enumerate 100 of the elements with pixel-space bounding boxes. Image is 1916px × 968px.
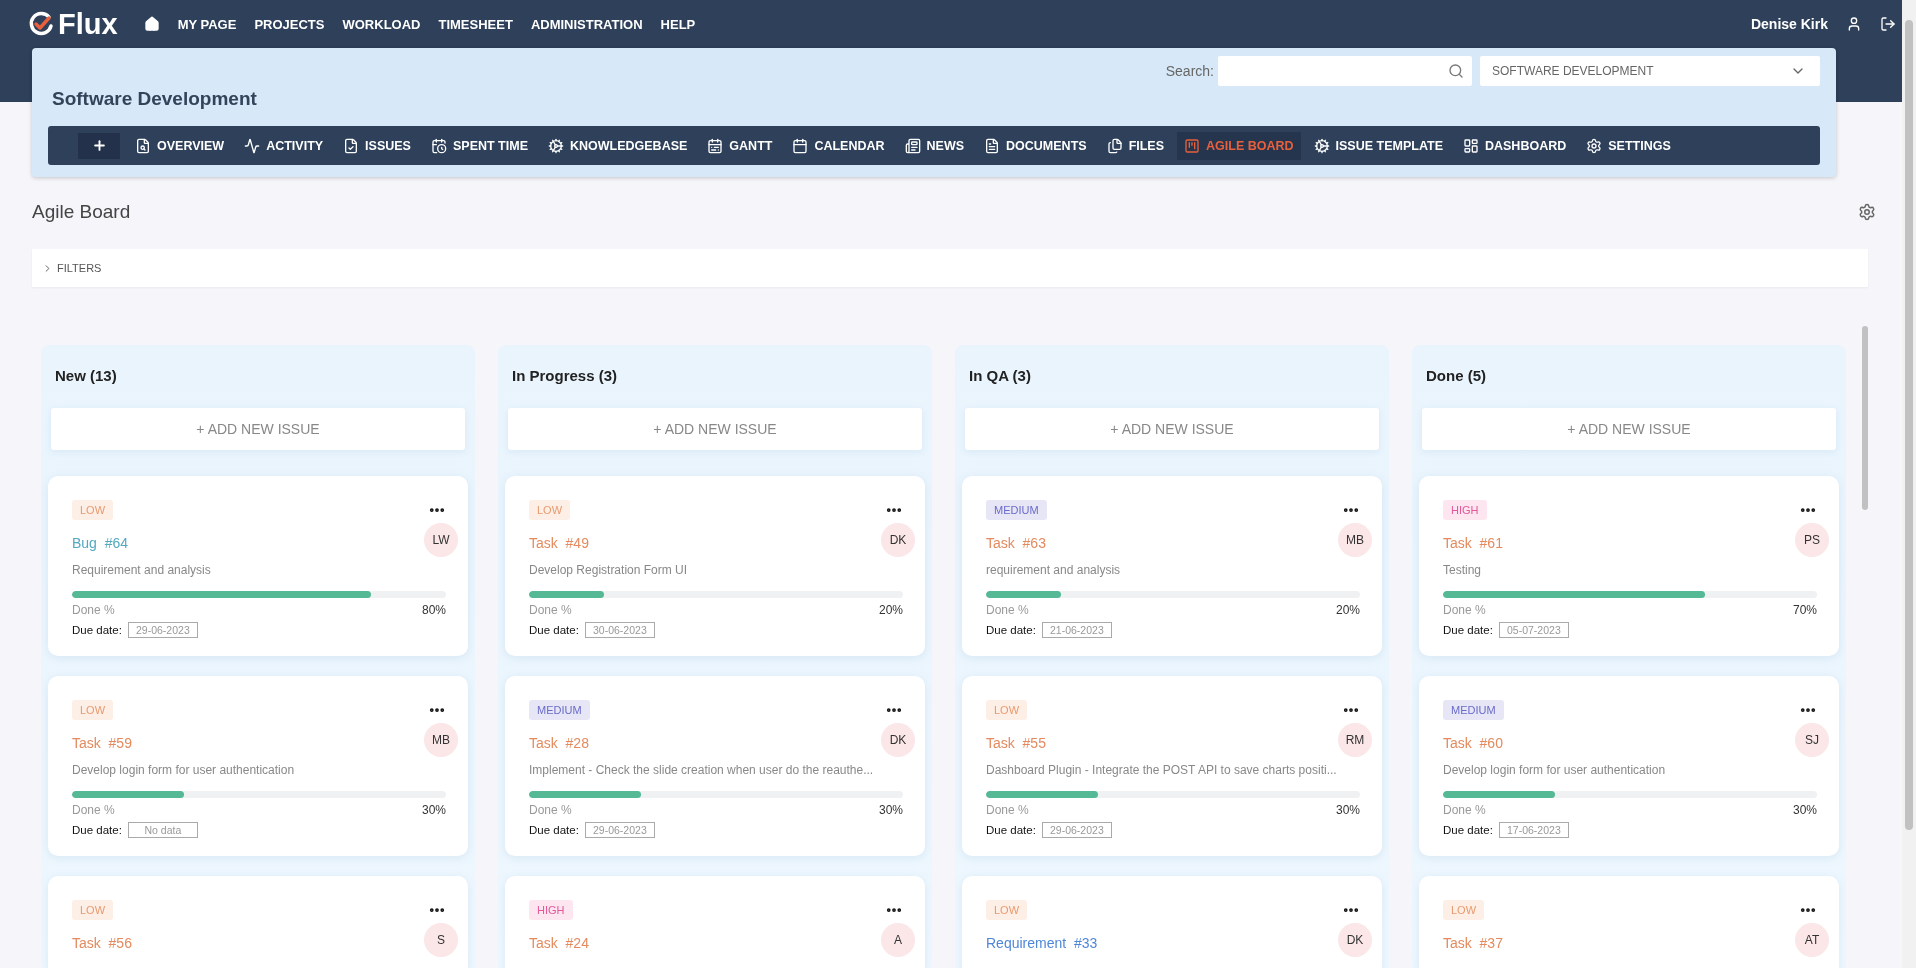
nav-tab[interactable]: SETTINGS [1579, 131, 1678, 160]
issue-description: Implement - Check the slide creation when user do the reauthe... [529, 763, 875, 777]
top-menu-link[interactable]: TIMESHEET [438, 16, 513, 32]
issue-link[interactable]: Requirement #33 [986, 935, 1098, 951]
nav-tab[interactable]: DOCUMENTS [977, 131, 1094, 160]
avatar: A [881, 923, 915, 957]
due-date-value: 29-06-2023 [127, 622, 198, 638]
priority-badge: MEDIUM [529, 700, 590, 720]
pulse-icon [244, 137, 261, 154]
cog-icon [1313, 137, 1330, 154]
nav-tab[interactable]: ISSUE TEMPLATE [1306, 131, 1450, 160]
nav-tab[interactable]: FILES [1099, 131, 1172, 160]
dashboard-icon [1462, 137, 1479, 154]
add-issue-button[interactable]: + ADD NEW ISSUE [965, 408, 1379, 450]
filters-toggle[interactable]: FILTERS [32, 249, 1868, 287]
nav-tab[interactable]: DASHBOARD [1455, 131, 1574, 160]
priority-badge: LOW [72, 500, 114, 520]
search-icon[interactable] [1448, 63, 1464, 79]
nav-tab[interactable]: AGILE BOARD [1177, 131, 1301, 160]
top-menu-link[interactable]: MY PAGE [177, 16, 237, 32]
avatar: LW [424, 523, 458, 557]
avatar: S [424, 923, 458, 957]
priority-badge: HIGH [529, 900, 573, 920]
priority-badge: MEDIUM [986, 500, 1047, 520]
issue-card[interactable]: LOW Task #49 DK Develop Registration Form UI Done % 20% Due date: 30-06-2023 [505, 476, 925, 656]
page-title: Agile Board [32, 201, 131, 223]
scrollbar-thumb[interactable] [1862, 326, 1868, 510]
newspaper-icon [904, 137, 921, 154]
due-date-label: Due date: [72, 824, 122, 836]
issue-card[interactable]: LOW Task #37 AT [1419, 876, 1839, 968]
issue-card[interactable]: LOW Task #59 MB Develop login form for user authentication Done % 30% Due date: No data [48, 676, 468, 856]
due-date-label: Due date: [1443, 824, 1493, 836]
column-title: In QA (3) [968, 366, 1032, 384]
done-value: 30% [421, 803, 446, 817]
user-icon[interactable] [1846, 16, 1862, 32]
issue-card[interactable]: MEDIUM Task #28 DK Implement - Check the slide creation when user do the reauthe... Done % 30% Due date: 29-06-2023 [505, 676, 925, 856]
add-issue-button[interactable]: + ADD NEW ISSUE [51, 408, 465, 450]
top-menu-link[interactable]: WORKLOAD [342, 16, 421, 32]
issue-card[interactable]: HIGH Task #61 PS Testing Done % 70% Due date: 05-07-2023 [1419, 476, 1839, 656]
nav-tab[interactable]: SPENT TIME [423, 131, 535, 160]
document-icon [984, 137, 1001, 154]
nav-tab[interactable]: CALENDAR [785, 131, 892, 160]
issue-card[interactable]: MEDIUM Task #63 MB requirement and analysis Done % 20% Due date: 21-06-2023 [962, 476, 1382, 656]
settings-icon[interactable] [1858, 203, 1876, 221]
page-scrollbar[interactable] [1902, 0, 1916, 968]
nav-tab[interactable]: KNOWLEDGEBASE [541, 131, 695, 160]
column-title: New (13) [54, 366, 118, 384]
nav-tab[interactable]: ACTIVITY [237, 131, 331, 160]
top-menu-link[interactable]: PROJECTS [254, 16, 325, 32]
nav-tab[interactable]: ISSUES [336, 131, 418, 160]
avatar: DK [881, 723, 915, 757]
nav-tab[interactable]: OVERVIEW [128, 131, 232, 160]
done-value: 20% [1335, 603, 1360, 617]
column-title: Done (5) [1425, 366, 1487, 384]
due-date-label: Due date: [72, 624, 122, 636]
project-select[interactable]: SOFTWARE DEVELOPMENT [1480, 56, 1820, 86]
issue-card[interactable]: LOW Bug #64 LW Requirement and analysis Done % 80% Due date: 29-06-2023 [48, 476, 468, 656]
issue-description: requirement and analysis [986, 563, 1122, 577]
column-title: In Progress (3) [511, 366, 619, 384]
home-icon[interactable] [143, 16, 160, 32]
priority-badge: HIGH [1443, 500, 1487, 520]
due-date-label: Due date: [529, 824, 579, 836]
calendar-clock-icon [430, 137, 447, 154]
add-button[interactable] [78, 132, 120, 159]
issue-card[interactable]: LOW Task #56 S [48, 876, 468, 968]
project-title: Software Development [52, 88, 257, 110]
done-label: Done % [986, 603, 1029, 617]
logo-icon [28, 11, 54, 37]
due-date-label: Due date: [986, 624, 1036, 636]
add-issue-button[interactable]: + ADD NEW ISSUE [508, 408, 922, 450]
due-date-value: 29-06-2023 [584, 822, 655, 838]
due-date-value: 05-07-2023 [1498, 622, 1569, 638]
priority-badge: LOW [72, 700, 114, 720]
done-value: 30% [878, 803, 903, 817]
avatar: DK [1338, 923, 1372, 957]
add-issue-button[interactable]: + ADD NEW ISSUE [1422, 408, 1836, 450]
settings-icon [1586, 137, 1603, 154]
avatar: PS [1795, 523, 1829, 557]
top-menu-link[interactable]: ADMINISTRATION [530, 16, 643, 32]
priority-badge: LOW [1443, 900, 1485, 920]
search-field[interactable] [1218, 56, 1472, 86]
issue-card[interactable]: MEDIUM Task #60 SJ Develop login form for user authentication Done % 30% Due date: 17-06-2023 [1419, 676, 1839, 856]
done-value: 30% [1335, 803, 1360, 817]
document-search-icon [135, 137, 151, 154]
priority-badge: LOW [986, 900, 1028, 920]
nav-tab[interactable]: GANTT [700, 131, 780, 160]
issue-card[interactable]: LOW Requirement #33 DK [962, 876, 1382, 968]
due-date-value: 17-06-2023 [1498, 822, 1569, 838]
issue-description: Develop login form for user authentication [1443, 763, 1667, 777]
due-date-value: 30-06-2023 [584, 622, 655, 638]
done-value: 80% [421, 603, 446, 617]
calendar-icon [707, 137, 724, 154]
document-check-icon [343, 137, 360, 154]
files-icon [1106, 137, 1123, 154]
nav-tab[interactable]: NEWS [897, 131, 972, 160]
issue-card[interactable]: LOW Task #55 RM Dashboard Plugin - Integrate the POST API to save charts positi... Done % 30% Due date: 29-06-2023 [962, 676, 1382, 856]
logout-icon[interactable] [1880, 16, 1896, 32]
top-menu-link[interactable]: HELP [660, 16, 696, 32]
due-date-value: 29-06-2023 [1041, 822, 1112, 838]
issue-card[interactable]: HIGH Task #24 A [505, 876, 925, 968]
